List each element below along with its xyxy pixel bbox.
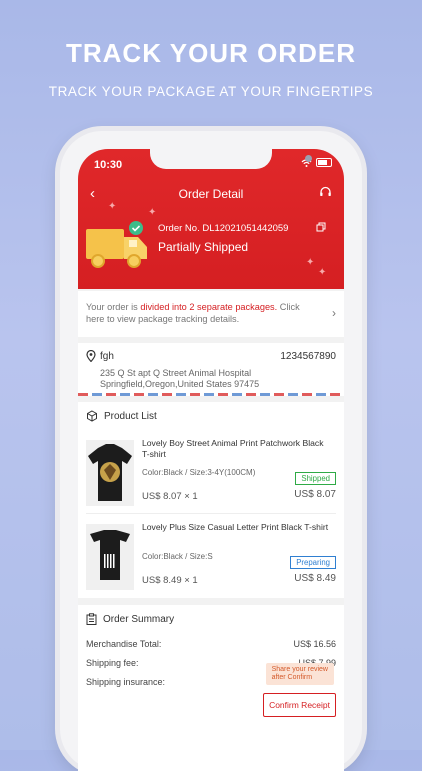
battery-icon [316,158,332,167]
package-split-notice[interactable]: Your order is divided into 2 separate pa… [78,291,344,337]
clipboard-icon [86,613,97,625]
page-title: Order Detail [178,187,244,201]
phone-notch [150,149,312,169]
product-qty-price: US$ 8.07 × 1 [142,491,198,502]
status-time: 10:30 [94,159,123,171]
promo-title: TRACK YOUR ORDER [66,38,356,68]
product-name: Lovely Boy Street Animal Print Patchwork… [142,438,324,459]
recipient-phone: 1234567890 [280,351,336,362]
product-attributes: Color:Black / Size:3-4Y(100CM) [142,468,256,477]
address-line-2: Springfield,Oregon,United States 97475 [100,379,260,389]
address-line-1: 235 Q St apt Q Street Animal Hospital [100,368,252,378]
sparkle-decoration: ✦ [108,201,117,212]
promo-subtitle: TRACK YOUR PACKAGE AT YOUR FINGERTIPS [48,84,374,99]
truck-icon [86,221,147,268]
shipping-address: fgh 1234567890 235 Q St apt Q Street Ani… [78,343,344,393]
order-status: Partially Shipped [158,240,249,254]
sparkle-decoration: ✦ [148,207,157,218]
product-attributes: Color:Black / Size:S [142,552,213,561]
app-screen: ✦ ✦ ✦ ✦ 10:30 ‹ Order Detail Order No. D… [78,149,344,771]
merchandise-total-row: Merchandise Total: US$ 16.56 [86,639,336,649]
sparkle-decoration: ✦ [306,257,315,268]
product-name: Lovely Plus Size Casual Letter Print Bla… [142,522,329,532]
status-badge: Preparing [290,556,336,569]
product-total: US$ 8.07 [294,489,336,500]
headset-icon[interactable] [319,186,332,199]
tooltip-line-2: after Confirm [271,674,313,681]
merchandise-value: US$ 16.56 [293,639,336,649]
order-summary-title: Order Summary [103,613,175,625]
camera-dot [305,155,312,162]
order-summary: Order Summary Merchandise Total: US$ 16.… [78,605,344,771]
merchandise-label: Merchandise Total: [86,639,162,649]
copy-icon[interactable] [316,222,326,232]
location-pin-icon [86,350,96,362]
product-thumbnail [86,440,134,506]
order-number: Order No. DL12021051442059 [158,223,289,234]
product-item[interactable]: Lovely Plus Size Casual Letter Print Bla… [78,514,344,594]
review-tooltip: Share your review after Confirm [265,663,334,685]
notice-highlight: divided into 2 separate packages. [140,302,278,312]
sparkle-decoration: ✦ [318,267,327,278]
tooltip-line-1: Share your review [271,666,328,673]
product-list-title: Product List [104,410,157,422]
insurance-label: Shipping insurance: [86,677,166,687]
check-icon [129,221,143,235]
product-thumbnail [86,524,134,590]
notice-prefix: Your order is [86,302,141,312]
airmail-stripe [78,393,344,396]
order-summary-header: Order Summary [86,613,174,625]
package-icon [87,410,97,422]
product-list: Product List Lovely Boy Street Animal Pr… [78,402,344,598]
product-total: US$ 8.49 [294,573,336,584]
phone-frame: ✦ ✦ ✦ ✦ 10:30 ‹ Order Detail Order No. D… [60,131,362,771]
shipping-label: Shipping fee: [86,658,139,668]
product-item[interactable]: Lovely Boy Street Animal Print Patchwork… [78,430,344,510]
recipient-name: fgh [100,351,114,362]
order-header: ✦ ✦ ✦ ✦ 10:30 ‹ Order Detail Order No. D… [78,149,344,289]
status-badge: Shipped [295,472,336,485]
chevron-right-icon: › [332,306,336,320]
product-qty-price: US$ 8.49 × 1 [142,575,198,586]
product-list-header: Product List [86,410,157,422]
confirm-receipt-button[interactable]: Confirm Receipt [263,693,336,717]
